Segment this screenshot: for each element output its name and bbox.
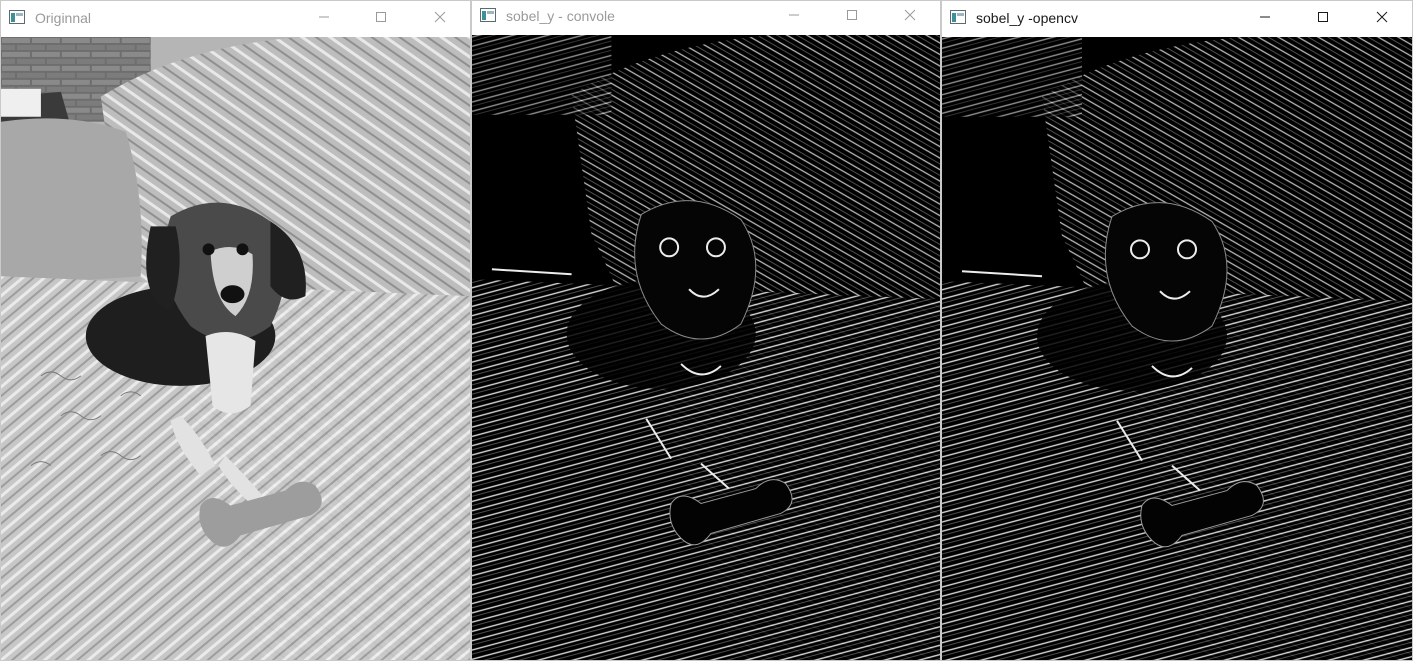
maximize-icon — [376, 12, 386, 22]
minimize-button[interactable] — [771, 1, 817, 31]
title-bar[interactable]: Originnal — [1, 1, 470, 35]
title-bar[interactable]: sobel_y - convole — [472, 1, 940, 35]
maximize-button[interactable] — [829, 1, 875, 31]
minimize-button[interactable] — [301, 1, 347, 33]
close-button[interactable] — [1359, 1, 1405, 33]
maximize-icon — [847, 10, 857, 20]
app-window-icon — [9, 10, 25, 24]
app-window-icon — [480, 8, 496, 22]
close-icon — [904, 9, 916, 21]
window-sobel-opencv[interactable]: sobel_y -opencv — [941, 0, 1413, 661]
window-title: Originnal — [35, 10, 92, 26]
minimize-button[interactable] — [1242, 1, 1288, 33]
window-title: sobel_y -opencv — [976, 10, 1078, 26]
minimize-icon — [789, 14, 799, 16]
image-sobel-opencv — [942, 37, 1412, 660]
close-icon — [1376, 11, 1388, 23]
maximize-button[interactable] — [1300, 1, 1346, 33]
title-bar[interactable]: sobel_y -opencv — [942, 1, 1412, 35]
close-button[interactable] — [887, 1, 933, 31]
minimize-icon — [319, 16, 329, 18]
close-button[interactable] — [417, 1, 463, 33]
window-title: sobel_y - convole — [506, 8, 615, 24]
maximize-button[interactable] — [358, 1, 404, 33]
window-sobel-convole[interactable]: sobel_y - convole — [471, 0, 941, 661]
maximize-icon — [1318, 12, 1328, 22]
window-original[interactable]: Originnal — [0, 0, 471, 661]
image-original — [1, 37, 470, 660]
close-icon — [434, 11, 446, 23]
minimize-icon — [1260, 16, 1270, 18]
image-sobel-convole — [472, 35, 940, 660]
app-window-icon — [950, 10, 966, 24]
